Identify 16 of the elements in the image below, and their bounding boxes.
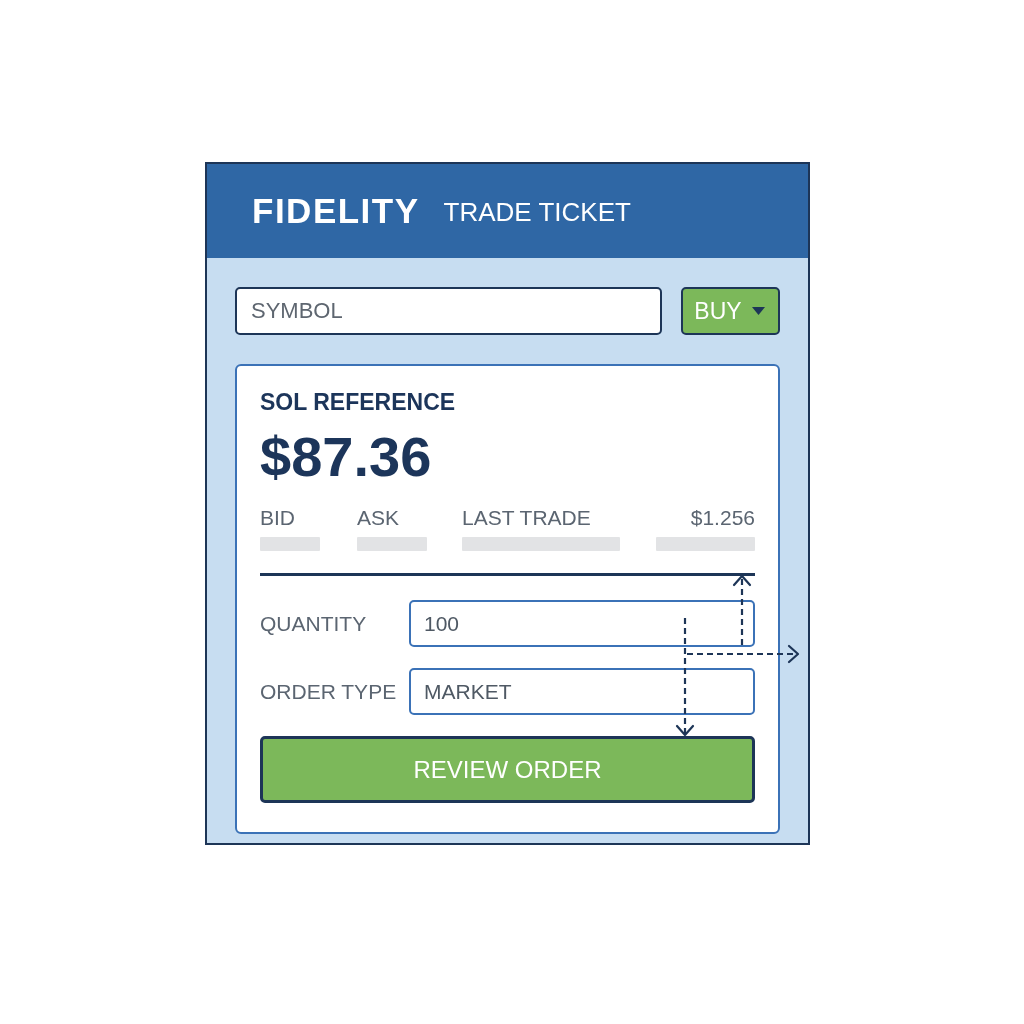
caret-icon [751,307,765,315]
field-label: QUANTITY [260,611,367,636]
symbol-field[interactable]: SYMBOL [235,287,662,335]
logo-wordmark: FIDELITY [252,191,420,231]
input-field[interactable]: MARKET [409,668,755,715]
placeholder-bar [357,537,427,551]
field-label: ORDER TYPE [260,679,397,704]
window-title: TRADE TICKET [443,196,631,228]
quote-label: ASK [357,506,400,530]
placeholder-bar [260,537,320,551]
quote-label: BID [260,506,295,530]
price-value: $87.36 [260,427,432,487]
input-field[interactable]: 100 [409,600,755,647]
quote-title: SOL REFERENCE [260,388,456,416]
quote-label: LAST TRADE [462,506,591,530]
quote-value: $1.256 [690,506,755,530]
